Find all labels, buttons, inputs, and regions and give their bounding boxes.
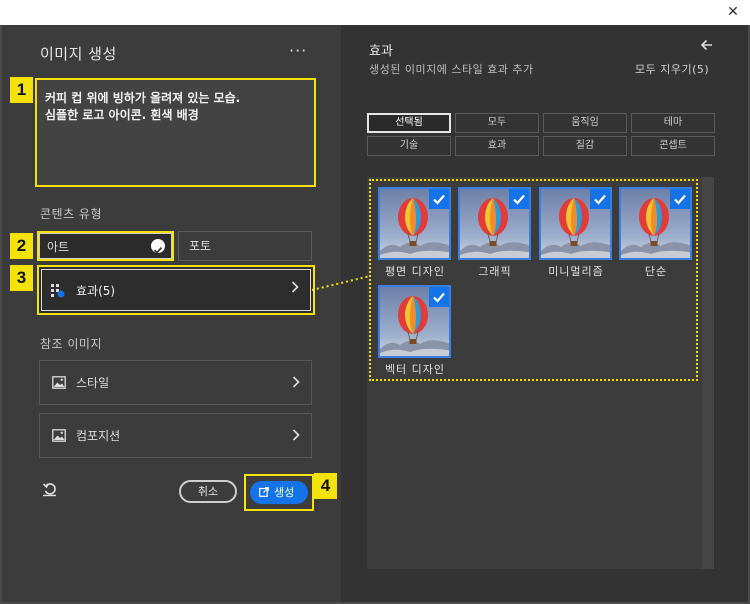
close-window-button[interactable]: ✕ — [724, 3, 742, 21]
filter-chip-effect[interactable]: 효과 — [455, 136, 539, 156]
filter-chip-motion[interactable]: 움직임 — [543, 113, 627, 133]
prompt-input[interactable]: 커피 컵 위에 빙하가 올려져 있는 모습. 심플한 로고 아이콘. 흰색 배경 — [35, 78, 316, 187]
prompt-text[interactable]: 커피 컵 위에 빙하가 올려져 있는 모습. 심플한 로고 아이콘. 흰색 배경 — [45, 90, 306, 124]
reference-composition-label: 컴포지션 — [76, 429, 121, 443]
checkmark-icon — [670, 189, 690, 209]
chevron-right-icon — [291, 281, 299, 297]
checkmark-icon — [509, 189, 529, 209]
back-arrow-icon[interactable] — [700, 39, 713, 55]
generate-label: 생성 — [274, 486, 295, 499]
clear-all-button[interactable]: 모두 지우기(5) — [635, 61, 709, 77]
reference-style-label: 스타일 — [76, 376, 110, 390]
content-type-art-label: 아트 — [47, 240, 70, 254]
effect-thumbnail-label: 그래픽 — [478, 265, 512, 278]
checkmark-icon — [429, 287, 449, 307]
effects-panel-subtitle: 생성된 이미지에 스타일 효과 추가 — [369, 63, 534, 76]
filter-chip-concept[interactable]: 콘셉트 — [631, 136, 715, 156]
filter-chip-theme[interactable]: 테마 — [631, 113, 715, 133]
content-type-photo-label: 포토 — [189, 239, 212, 253]
filter-chip-texture[interactable]: 질감 — [543, 136, 627, 156]
generate-button[interactable]: 생성 — [250, 481, 308, 504]
more-options-button[interactable]: ··· — [289, 41, 307, 60]
effects-button[interactable]: 효과(5) — [37, 265, 315, 315]
effects-panel-title: 효과 — [369, 44, 393, 59]
effect-thumbnail[interactable] — [378, 285, 451, 358]
content-type-art[interactable]: 아트 — [37, 231, 174, 261]
effect-thumbnail-label: 평면 디자인 — [384, 265, 446, 278]
reference-image-label: 참조 이미지 — [40, 337, 103, 351]
generate-icon — [259, 487, 269, 497]
checkmark-icon — [429, 189, 449, 209]
effect-thumbnail-label: 단순 — [644, 265, 668, 278]
effect-thumbnail-label: 미니멀리즘 — [548, 265, 604, 278]
window-titlebar: ✕ — [0, 0, 750, 25]
effect-thumbnail[interactable] — [378, 187, 451, 260]
filter-chip-selected[interactable]: 선택됨 — [367, 113, 451, 133]
filter-chip-technique[interactable]: 기술 — [367, 136, 451, 156]
callout-connector — [312, 275, 370, 291]
effect-thumbnail[interactable] — [539, 187, 612, 260]
cancel-button[interactable]: 취소 — [179, 480, 237, 503]
image-icon — [52, 429, 66, 442]
content-type-label: 콘텐츠 유형 — [40, 207, 103, 221]
reference-style-button[interactable]: 스타일 — [39, 360, 312, 405]
effects-icon — [51, 284, 65, 298]
reference-composition-button[interactable]: 컴포지션 — [39, 413, 312, 458]
callout-badge-2: 2 — [10, 233, 33, 259]
callout-badge-3: 3 — [10, 265, 33, 291]
checkmark-icon — [151, 239, 165, 254]
effect-thumbnail[interactable] — [619, 187, 692, 260]
effect-thumbnail-label: 벡터 디자인 — [384, 363, 446, 376]
content-type-photo[interactable]: 포토 — [178, 231, 312, 261]
chevron-right-icon — [292, 376, 300, 392]
reset-icon[interactable] — [42, 481, 58, 497]
filter-chip-all[interactable]: 모두 — [455, 113, 539, 133]
image-icon — [52, 376, 66, 389]
checkmark-icon — [590, 189, 610, 209]
effect-thumbnail[interactable] — [458, 187, 531, 260]
callout-badge-1: 1 — [10, 77, 33, 103]
effects-label: 효과(5) — [76, 284, 116, 298]
panel-title: 이미지 생성 — [40, 45, 117, 63]
generate-highlight: 생성 — [244, 474, 314, 511]
callout-badge-4: 4 — [314, 473, 337, 499]
chevron-right-icon — [292, 429, 300, 445]
generate-panel: 이미지 생성 ··· 커피 컵 위에 빙하가 올려져 있는 모습. 심플한 로고… — [2, 25, 341, 602]
